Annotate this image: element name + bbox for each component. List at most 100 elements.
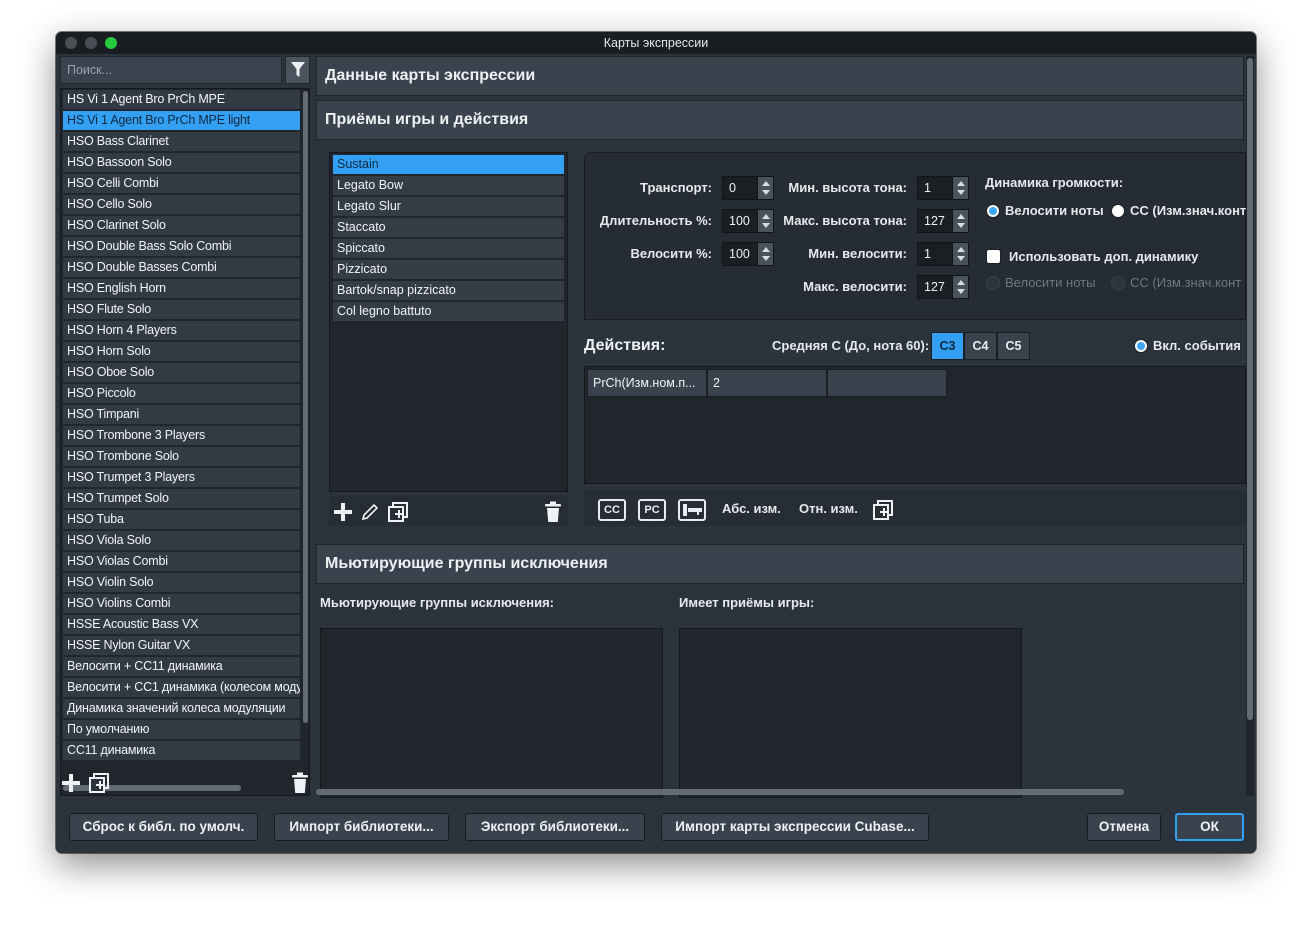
delete-map-button[interactable] <box>290 772 310 794</box>
secondary-dynamic-checkbox[interactable] <box>986 249 1001 264</box>
technique-item[interactable]: Pizzicato <box>333 260 564 279</box>
list-vertical-scrollbar[interactable] <box>303 91 308 723</box>
min-velocity-stepper[interactable]: 1 <box>917 242 969 266</box>
relative-change-button[interactable]: Отн. изм. <box>799 500 858 518</box>
add-map-button[interactable] <box>60 772 82 794</box>
expression-map-item[interactable]: HSSE Nylon Guitar VX <box>63 636 300 655</box>
expression-map-item[interactable]: HSO Violins Combi <box>63 594 300 613</box>
technique-item[interactable]: Sustain <box>333 155 564 174</box>
duplicate-map-button[interactable] <box>88 772 110 794</box>
close-window-button[interactable] <box>65 37 77 49</box>
secondary-cc-radio[interactable] <box>1111 276 1125 290</box>
technique-item[interactable]: Legato Slur <box>333 197 564 216</box>
expression-map-item[interactable]: HSO Trombone 3 Players <box>63 426 300 445</box>
max-pitch-stepper[interactable]: 127 <box>917 209 969 233</box>
zoom-window-button[interactable] <box>105 37 117 49</box>
expression-map-item[interactable]: HSO Trumpet 3 Players <box>63 468 300 487</box>
minimize-window-button[interactable] <box>85 37 97 49</box>
duplicate-action-button[interactable] <box>872 499 894 521</box>
add-cc-action-button[interactable]: CC <box>598 499 626 521</box>
expression-map-item[interactable]: HS Vi 1 Agent Bro PrCh MPE light <box>63 111 300 130</box>
secondary-dynamic-label[interactable]: Использовать доп. динамику <box>1009 249 1198 265</box>
min-pitch-stepper-arrows[interactable] <box>952 177 968 199</box>
expression-map-item[interactable]: HSO Timpani <box>63 405 300 424</box>
reset-library-button[interactable]: Сброс к библ. по умолч. <box>69 813 258 841</box>
octave-c3-button[interactable]: C3 <box>931 332 964 360</box>
expression-map-item[interactable]: HSO Violin Solo <box>63 573 300 592</box>
add-pc-action-button[interactable]: PC <box>638 499 666 521</box>
expression-map-item[interactable]: HS Vi 1 Agent Bro PrCh MPE <box>63 90 300 109</box>
technique-item[interactable]: Staccato <box>333 218 564 237</box>
map-data-header[interactable]: Данные карты экспрессии <box>316 56 1244 96</box>
content-horizontal-scrollbar[interactable] <box>316 788 1246 796</box>
expression-map-item[interactable]: HSO Double Basses Combi <box>63 258 300 277</box>
ok-button[interactable]: ОК <box>1175 813 1244 841</box>
technique-item[interactable]: Spiccato <box>333 239 564 258</box>
expression-map-item[interactable]: HSO Tuba <box>63 510 300 529</box>
dynamic-velocity-label[interactable]: Велосити ноты <box>1005 203 1104 219</box>
filter-button[interactable] <box>285 56 310 84</box>
import-cubase-map-button[interactable]: Импорт карты экспрессии Cubase... <box>661 813 929 841</box>
events-radio[interactable] <box>1134 339 1148 353</box>
events-label[interactable]: Вкл. события <box>1153 338 1241 354</box>
expression-map-item[interactable]: HSO Piccolo <box>63 384 300 403</box>
search-input[interactable]: Поиск... <box>60 56 282 84</box>
content-vertical-scrollbar[interactable] <box>1246 56 1254 796</box>
expression-map-item[interactable]: HSO Clarinet Solo <box>63 216 300 235</box>
absolute-change-button[interactable]: Абс. изм. <box>722 500 781 518</box>
max-velocity-stepper-arrows[interactable] <box>952 276 968 298</box>
max-velocity-stepper[interactable]: 127 <box>917 275 969 299</box>
expression-map-list[interactable]: HS Vi 1 Agent Bro PrCh MPE HS Vi 1 Agent … <box>60 88 310 796</box>
techniques-header[interactable]: Приёмы игры и действия <box>316 100 1244 140</box>
expression-map-item[interactable]: Динамика значений колеса модуляции <box>63 699 300 718</box>
expression-map-item[interactable]: HSO Violas Combi <box>63 552 300 571</box>
action-type-cell[interactable]: PrCh(Изм.ном.п... <box>587 369 707 397</box>
expression-map-item[interactable]: HSO Trumpet Solo <box>63 489 300 508</box>
export-library-button[interactable]: Экспорт библиотеки... <box>465 813 645 841</box>
expression-map-item[interactable]: HSO Viola Solo <box>63 531 300 550</box>
add-technique-button[interactable] <box>332 501 354 523</box>
expression-map-item[interactable]: HSO Bassoon Solo <box>63 153 300 172</box>
expression-map-item[interactable]: HSO English Horn <box>63 279 300 298</box>
dynamic-cc-label[interactable]: CC (Изм.знач.конт <box>1130 203 1246 219</box>
actions-table[interactable]: PrCh(Изм.ном.п... 2 <box>584 366 1246 484</box>
content-horizontal-scroll-thumb[interactable] <box>316 789 1124 795</box>
max-pitch-stepper-arrows[interactable] <box>952 210 968 232</box>
expression-map-item[interactable]: HSO Trombone Solo <box>63 447 300 466</box>
expression-map-item[interactable]: HSO Double Bass Solo Combi <box>63 237 300 256</box>
playing-techniques-list[interactable]: Sustain Legato Bow Legato Slur Staccato Spic… <box>329 152 568 492</box>
dynamic-cc-radio[interactable] <box>1111 204 1125 218</box>
octave-c5-button[interactable]: C5 <box>997 332 1030 360</box>
expression-map-item[interactable]: HSSE Acoustic Bass VX <box>63 615 300 634</box>
expression-map-item[interactable]: По умолчанию <box>63 720 300 739</box>
duplicate-technique-button[interactable] <box>387 501 409 523</box>
edit-technique-button[interactable] <box>359 501 381 523</box>
delete-technique-button[interactable] <box>543 501 563 523</box>
expression-map-item[interactable]: HSO Cello Solo <box>63 195 300 214</box>
octave-c4-button[interactable]: C4 <box>964 332 997 360</box>
expression-map-item[interactable]: HSO Celli Combi <box>63 174 300 193</box>
technique-item[interactable]: Legato Bow <box>333 176 564 195</box>
mutual-groups-list[interactable] <box>320 628 663 798</box>
min-pitch-stepper[interactable]: 1 <box>917 176 969 200</box>
add-keyswitch-action-button[interactable] <box>678 499 706 521</box>
dynamic-velocity-radio[interactable] <box>986 204 1000 218</box>
expression-map-item[interactable]: HSO Horn Solo <box>63 342 300 361</box>
min-velocity-stepper-arrows[interactable] <box>952 243 968 265</box>
expression-map-item[interactable]: HSO Bass Clarinet <box>63 132 300 151</box>
action-extra-cell[interactable] <box>827 369 947 397</box>
expression-map-item[interactable]: CC11 динамика <box>63 741 300 760</box>
expression-map-item[interactable]: HSO Flute Solo <box>63 300 300 319</box>
action-value-cell[interactable]: 2 <box>707 369 827 397</box>
expression-map-item[interactable]: Велосити + CC11 динамика <box>63 657 300 676</box>
mutual-exclusion-header[interactable]: Мьютирующие группы исключения <box>316 544 1244 584</box>
import-library-button[interactable]: Импорт библиотеки... <box>274 813 449 841</box>
technique-item[interactable]: Col legno battuto <box>333 302 564 321</box>
expression-map-item[interactable]: Велосити + CC1 динамика (колесом модуляц… <box>63 678 300 697</box>
group-techniques-list[interactable] <box>679 628 1022 798</box>
expression-map-item[interactable]: HSO Horn 4 Players <box>63 321 300 340</box>
technique-item[interactable]: Bartok/snap pizzicato <box>333 281 564 300</box>
content-vertical-scroll-thumb[interactable] <box>1247 58 1253 720</box>
secondary-velocity-radio[interactable] <box>986 276 1000 290</box>
expression-map-item[interactable]: HSO Oboe Solo <box>63 363 300 382</box>
